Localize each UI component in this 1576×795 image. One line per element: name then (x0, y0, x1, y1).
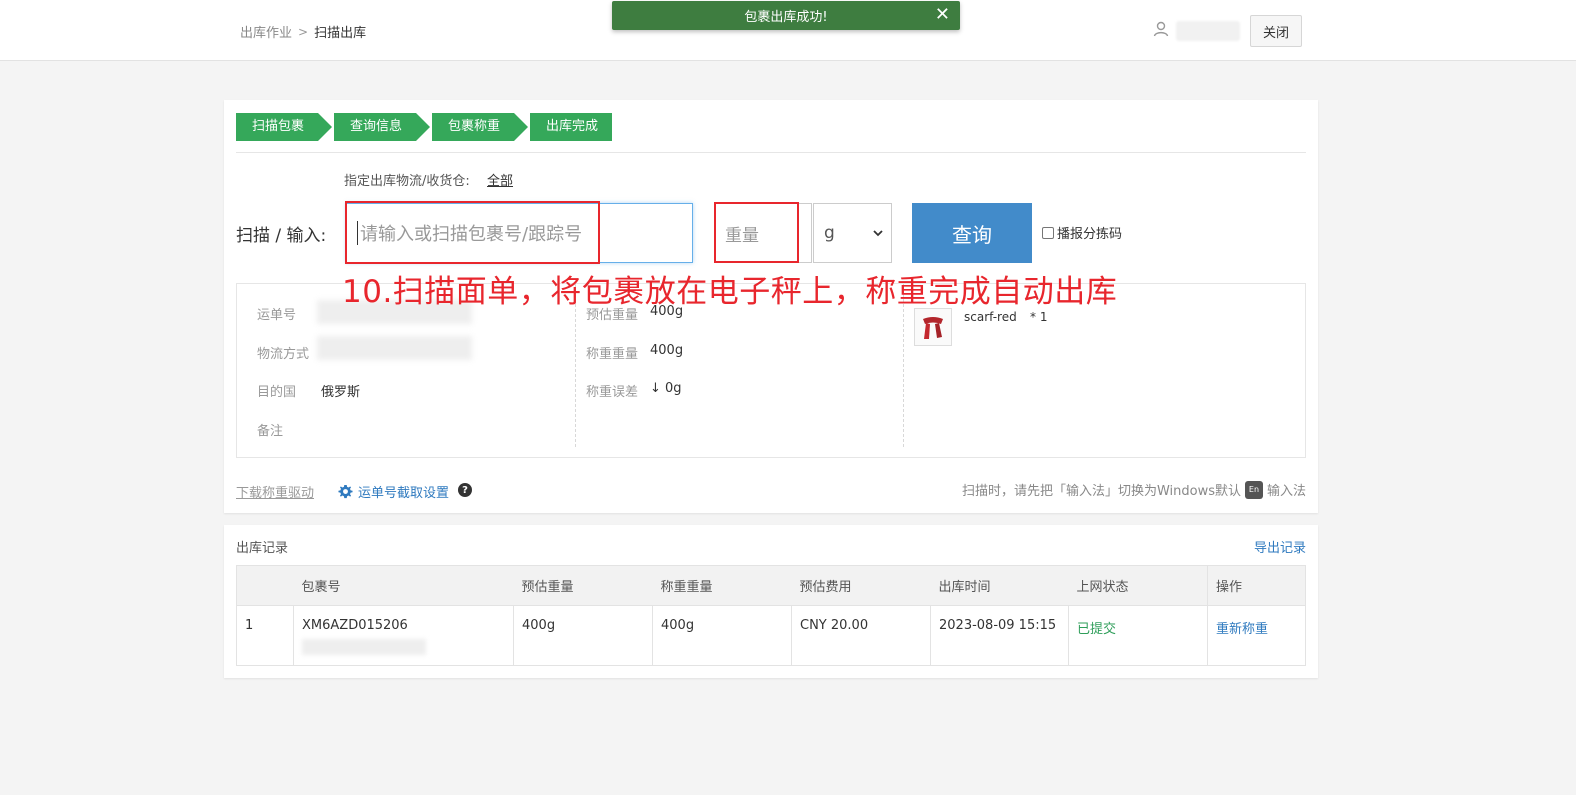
waybill-settings-label: 运单号截取设置 (358, 486, 450, 501)
package-number: XM6AZD015206 (302, 618, 408, 633)
close-icon[interactable]: ✕ (935, 4, 950, 25)
breadcrumb: 出库作业 > 扫描出库 (240, 22, 367, 42)
note-row: 备注 (257, 420, 283, 439)
scan-input-label: 扫描 / 输入: (236, 226, 327, 246)
destination-row: 目的国 俄罗斯 (257, 381, 360, 400)
ime-tip-suffix: 输入法 (1266, 484, 1306, 499)
destination-label: 目的国 (257, 385, 297, 400)
weight-unit-select[interactable]: g (813, 203, 892, 263)
column-header-index (236, 565, 294, 606)
cell-status: 已提交 (1068, 605, 1208, 666)
breadcrumb-item-outbound[interactable]: 出库作业 (240, 22, 292, 41)
scan-panel: 扫描包裹 查询信息 包裹称重 出库完成 指定出库物流/收货仓: 全部 扫描 / … (224, 100, 1318, 513)
query-button[interactable]: 查询 (912, 203, 1032, 263)
step-weigh-package: 包裹称重 (432, 113, 528, 141)
shipping-method-value-redacted (317, 336, 472, 360)
sort-code-label: 播报分拣码 (1057, 227, 1123, 242)
table-header-row: 包裹号 预估重量 称重重量 预估费用 出库时间 上网状态 操作 (236, 565, 1306, 606)
highlight-box-scan (345, 201, 600, 264)
chevron-down-icon (873, 230, 883, 237)
item-name: scarf-red (964, 310, 1017, 324)
weight-unit-value: g (824, 223, 835, 243)
destination-value: 俄罗斯 (321, 385, 361, 400)
cell-est-fee: CNY 20.00 (791, 605, 931, 666)
instruction-annotation: 10.扫描面单，将包裹放在电子秤上，称重完成自动出库 (342, 274, 1118, 310)
column-header-est-weight: 预估重量 (513, 565, 653, 606)
records-title: 出库记录 (236, 541, 289, 556)
step-outbound-complete: 出库完成 (530, 113, 612, 141)
column-header-action: 操作 (1207, 565, 1306, 606)
divider (236, 152, 1306, 153)
cell-package-no: XM6AZD015206 (293, 605, 514, 666)
table-row: 1 XM6AZD015206 400g 400g CNY 20.00 2023-… (236, 605, 1306, 666)
sort-code-checkbox[interactable]: 播报分拣码 (1042, 223, 1122, 242)
target-warehouse-label: 指定出库物流/收货仓: (344, 174, 470, 189)
records-table: 包裹号 预估重量 称重重量 预估费用 出库时间 上网状态 操作 1 XM6AZD… (236, 565, 1306, 666)
column-header-status: 上网状态 (1068, 565, 1208, 606)
shipping-method-label: 物流方式 (257, 347, 310, 362)
user-name-redacted (1176, 21, 1240, 41)
weight-diff-row: 称重误差 ↓ 0g (586, 381, 682, 400)
tracking-number-redacted (302, 639, 426, 655)
weight-diff-value: ↓ 0g (650, 381, 682, 396)
checkbox-box[interactable] (1042, 226, 1054, 239)
gear-icon (338, 484, 353, 499)
scarf-icon (923, 317, 943, 339)
cell-time: 2023-08-09 15:15 (930, 605, 1069, 666)
user-icon (1153, 21, 1169, 37)
ime-tip: 扫描时，请先把「输入法」切换为Windows默认 En 输入法 (962, 480, 1306, 499)
export-records-link[interactable]: 导出记录 (1254, 537, 1306, 556)
step-query-info: 查询信息 (334, 113, 430, 141)
column-header-est-fee: 预估费用 (791, 565, 931, 606)
cell-est-weight: 400g (513, 605, 653, 666)
actual-weight-row: 称重重量 400g (586, 343, 683, 362)
breadcrumb-separator: > (298, 24, 309, 39)
success-toast: 包裹出库成功! ✕ (612, 1, 960, 30)
ime-en-icon: En (1244, 480, 1263, 499)
item-quantity: * 1 (1030, 310, 1048, 324)
step-progress: 扫描包裹 查询信息 包裹称重 出库完成 (236, 113, 612, 141)
help-icon[interactable]: ? (458, 483, 472, 497)
highlight-box-weight (714, 202, 799, 263)
actual-weight-label: 称重重量 (586, 347, 639, 362)
shipping-method-row: 物流方式 (257, 343, 309, 362)
waybill-label: 运单号 (257, 308, 297, 323)
toast-message: 包裹出库成功! (744, 10, 828, 25)
column-header-time: 出库时间 (930, 565, 1069, 606)
weight-diff-label: 称重误差 (586, 385, 639, 400)
target-warehouse-link[interactable]: 全部 (487, 170, 513, 189)
waybill-row: 运单号 (257, 304, 296, 323)
cell-index: 1 (236, 605, 294, 666)
ime-tip-text: 扫描时，请先把「输入法」切换为Windows默认 (961, 484, 1241, 499)
breadcrumb-item-scan-outbound: 扫描出库 (314, 26, 367, 41)
column-header-package-no: 包裹号 (293, 565, 514, 606)
actual-weight-value: 400g (650, 343, 684, 358)
reweigh-link[interactable]: 重新称重 (1216, 622, 1268, 637)
download-driver-link[interactable]: 下载称重驱动 (236, 482, 314, 501)
item-thumbnail (914, 308, 952, 346)
outbound-records-panel: 出库记录 导出记录 包裹号 预估重量 称重重量 预估费用 出库时间 上网状态 操… (224, 525, 1318, 678)
cell-actual-weight: 400g (652, 605, 792, 666)
cell-action: 重新称重 (1207, 605, 1306, 666)
close-button[interactable]: 关闭 (1250, 15, 1302, 47)
note-label: 备注 (257, 424, 284, 439)
column-header-actual-weight: 称重重量 (652, 565, 792, 606)
step-scan-package: 扫描包裹 (236, 113, 332, 141)
waybill-settings-link[interactable]: 运单号截取设置 (338, 482, 449, 501)
